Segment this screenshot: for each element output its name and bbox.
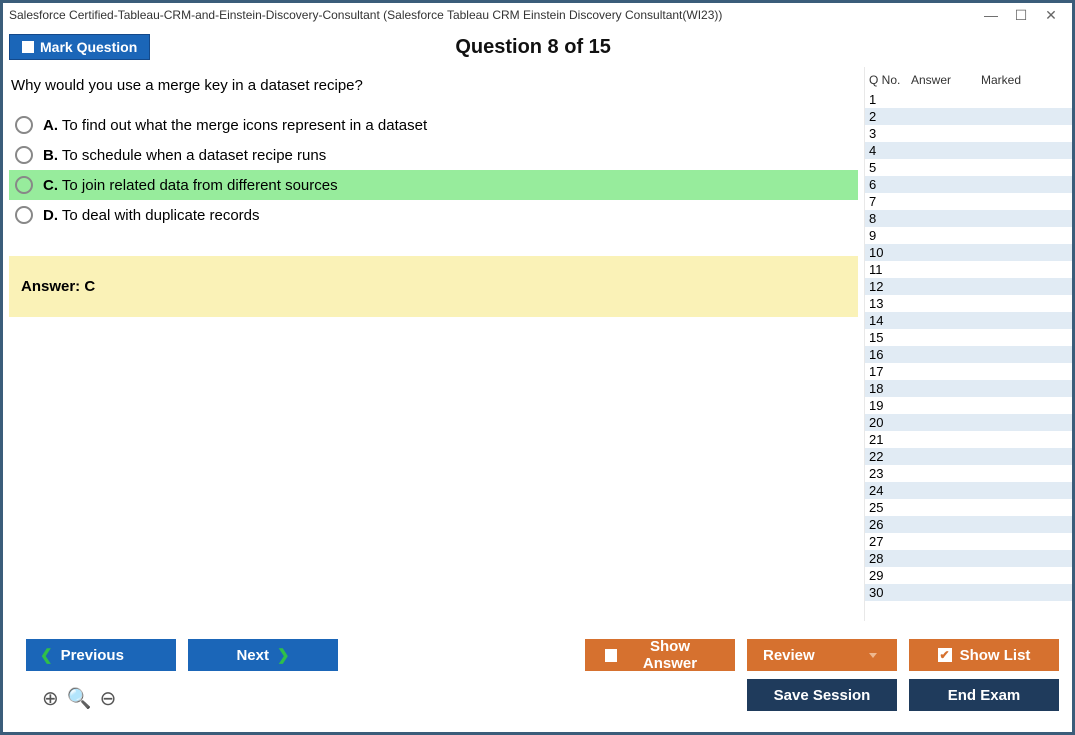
- main-area: Why would you use a merge key in a datas…: [3, 67, 1072, 621]
- table-row[interactable]: 28: [865, 550, 1072, 567]
- table-row[interactable]: 25: [865, 499, 1072, 516]
- save-session-label: Save Session: [774, 687, 871, 704]
- show-list-button[interactable]: ✔ Show List: [909, 639, 1059, 671]
- option-d-label: D. To deal with duplicate records: [43, 207, 260, 224]
- radio-icon: [15, 116, 33, 134]
- table-row[interactable]: 8: [865, 210, 1072, 227]
- option-c[interactable]: C. To join related data from different s…: [9, 170, 858, 200]
- maximize-button[interactable]: ☐: [1006, 7, 1036, 24]
- table-row[interactable]: 6: [865, 176, 1072, 193]
- answer-box: Answer: C: [9, 256, 858, 317]
- checkbox-icon: [605, 649, 617, 662]
- radio-icon: [15, 146, 33, 164]
- table-row[interactable]: 18: [865, 380, 1072, 397]
- save-session-button[interactable]: Save Session: [747, 679, 897, 711]
- mark-question-button[interactable]: Mark Question: [9, 34, 150, 60]
- review-label: Review: [763, 647, 815, 664]
- table-row[interactable]: 11: [865, 261, 1072, 278]
- table-row[interactable]: 9: [865, 227, 1072, 244]
- question-text: Why would you use a merge key in a datas…: [11, 77, 858, 94]
- chevron-right-icon: ❯: [277, 646, 290, 664]
- option-d[interactable]: D. To deal with duplicate records: [9, 200, 858, 230]
- option-c-label: C. To join related data from different s…: [43, 177, 338, 194]
- table-row[interactable]: 16: [865, 346, 1072, 363]
- table-row[interactable]: 2: [865, 108, 1072, 125]
- footer-row-1: ❮ Previous Next ❯ Show Answer Review ✔ S…: [6, 629, 1069, 677]
- footer-row-2: ⊕ 🔍 ⊖ Save Session End Exam: [6, 677, 1069, 717]
- zoom-in-icon[interactable]: ⊕: [42, 686, 59, 711]
- show-answer-label: Show Answer: [625, 638, 715, 672]
- table-row[interactable]: 20: [865, 414, 1072, 431]
- table-row[interactable]: 5: [865, 159, 1072, 176]
- table-row[interactable]: 21: [865, 431, 1072, 448]
- table-row[interactable]: 7: [865, 193, 1072, 210]
- table-row[interactable]: 29: [865, 567, 1072, 584]
- table-row[interactable]: 22: [865, 448, 1072, 465]
- option-a[interactable]: A. To find out what the merge icons repr…: [9, 110, 858, 140]
- radio-icon: [15, 176, 33, 194]
- table-row[interactable]: 15: [865, 329, 1072, 346]
- radio-icon: [15, 206, 33, 224]
- question-counter: Question 8 of 15: [150, 36, 916, 59]
- titlebar: Salesforce Certified-Tableau-CRM-and-Ein…: [3, 3, 1072, 27]
- question-list-panel: Q No. Answer Marked 12345678910111213141…: [864, 67, 1072, 621]
- mark-question-label: Mark Question: [40, 39, 137, 55]
- table-row[interactable]: 23: [865, 465, 1072, 482]
- zoom-out-icon[interactable]: ⊖: [100, 686, 117, 711]
- table-row[interactable]: 1: [865, 91, 1072, 108]
- previous-label: Previous: [61, 647, 124, 664]
- end-exam-button[interactable]: End Exam: [909, 679, 1059, 711]
- show-list-label: Show List: [960, 647, 1031, 664]
- check-icon: ✔: [938, 648, 952, 662]
- option-b[interactable]: B. To schedule when a dataset recipe run…: [9, 140, 858, 170]
- table-row[interactable]: 10: [865, 244, 1072, 261]
- table-row[interactable]: 27: [865, 533, 1072, 550]
- col-answer: Answer: [911, 73, 981, 87]
- header-row: Mark Question Question 8 of 15: [3, 27, 1072, 67]
- table-row[interactable]: 19: [865, 397, 1072, 414]
- checkbox-icon: [22, 41, 34, 53]
- question-panel: Why would you use a merge key in a datas…: [3, 67, 864, 621]
- window-title: Salesforce Certified-Tableau-CRM-and-Ein…: [9, 8, 976, 22]
- table-row[interactable]: 13: [865, 295, 1072, 312]
- next-label: Next: [236, 647, 269, 664]
- col-marked: Marked: [981, 73, 1068, 87]
- table-header: Q No. Answer Marked: [865, 67, 1072, 91]
- previous-button[interactable]: ❮ Previous: [26, 639, 176, 671]
- table-row[interactable]: 17: [865, 363, 1072, 380]
- minimize-button[interactable]: —: [976, 7, 1006, 23]
- table-row[interactable]: 24: [865, 482, 1072, 499]
- table-row[interactable]: 12: [865, 278, 1072, 295]
- footer: ❮ Previous Next ❯ Show Answer Review ✔ S…: [6, 629, 1069, 729]
- table-body[interactable]: 1234567891011121314151617181920212223242…: [865, 91, 1072, 621]
- close-button[interactable]: ✕: [1036, 7, 1066, 24]
- review-button[interactable]: Review: [747, 639, 897, 671]
- table-row[interactable]: 4: [865, 142, 1072, 159]
- col-qno: Q No.: [869, 73, 911, 87]
- zoom-reset-icon[interactable]: 🔍: [67, 686, 92, 711]
- chevron-down-icon: [869, 653, 877, 658]
- end-exam-label: End Exam: [948, 687, 1021, 704]
- table-row[interactable]: 3: [865, 125, 1072, 142]
- show-answer-button[interactable]: Show Answer: [585, 639, 735, 671]
- chevron-left-icon: ❮: [40, 646, 53, 664]
- zoom-controls: ⊕ 🔍 ⊖: [26, 680, 116, 711]
- option-a-label: A. To find out what the merge icons repr…: [43, 117, 427, 134]
- table-row[interactable]: 14: [865, 312, 1072, 329]
- table-row[interactable]: 26: [865, 516, 1072, 533]
- next-button[interactable]: Next ❯: [188, 639, 338, 671]
- option-b-label: B. To schedule when a dataset recipe run…: [43, 147, 326, 164]
- table-row[interactable]: 30: [865, 584, 1072, 601]
